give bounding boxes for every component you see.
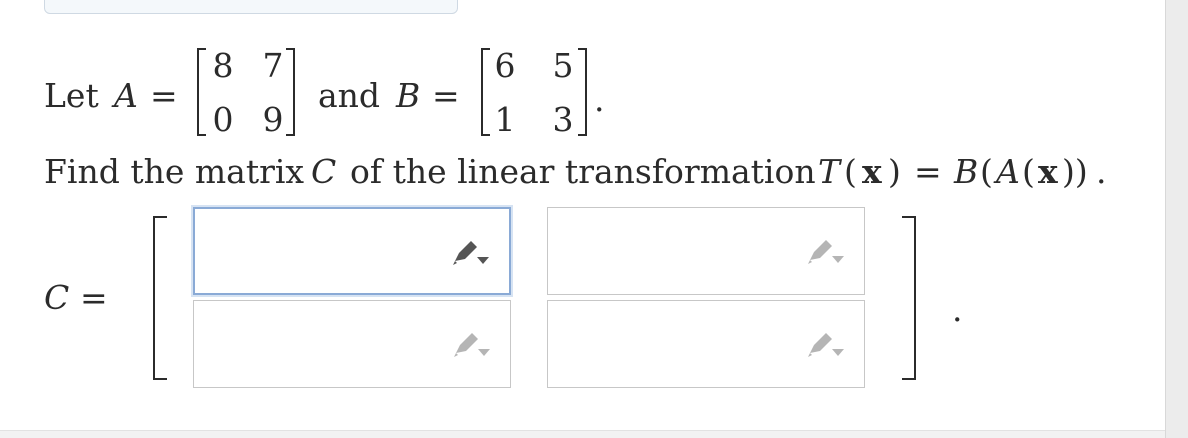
answer-label-c: C xyxy=(44,278,70,317)
transformation-inner-x: x xyxy=(1038,152,1058,191)
answer-cell-r2c2[interactable] xyxy=(547,300,865,388)
matrix-b-r2c1: 1 xyxy=(494,100,516,139)
and-label: and xyxy=(318,76,381,115)
transformation-close-paren: ) xyxy=(888,152,901,191)
pencil-dropdown-icon[interactable] xyxy=(806,331,846,359)
matrix-b-right-bracket xyxy=(578,48,587,136)
answer-cell-r1c2[interactable] xyxy=(547,207,865,295)
top-tab-strip xyxy=(44,0,458,14)
transformation-x: x xyxy=(862,152,882,191)
answer-cell-r2c1[interactable] xyxy=(193,300,511,388)
let-label: Let xyxy=(44,76,99,115)
answer-left-bracket xyxy=(153,216,167,380)
answer-equals: = xyxy=(80,278,108,317)
matrix-b-r1c2: 5 xyxy=(552,46,574,85)
page-right-edge xyxy=(1165,0,1188,438)
matrix-b-r2c2: 3 xyxy=(552,100,574,139)
matrix-a-r1c2: 7 xyxy=(262,46,284,85)
transformation-close-parens: )) xyxy=(1062,152,1088,191)
matrix-b-r1c1: 6 xyxy=(494,46,516,85)
line2-period: . xyxy=(1096,152,1107,191)
equals-a: = xyxy=(150,76,178,115)
page-bottom-edge xyxy=(0,430,1165,438)
equals-b: = xyxy=(432,76,460,115)
var-b: B xyxy=(396,76,421,115)
transformation-b-open-paren: ( xyxy=(980,152,993,191)
problem-page: Let A = 8 7 0 9 and B = 6 5 1 3 . Find t… xyxy=(0,0,1188,438)
matrix-a-right-bracket xyxy=(286,48,295,136)
matrix-b-left-bracket xyxy=(481,48,490,136)
matrix-a-r1c1: 8 xyxy=(212,46,234,85)
transformation-b: B xyxy=(954,152,979,191)
matrix-a-r2c1: 0 xyxy=(212,100,234,139)
pencil-dropdown-icon[interactable] xyxy=(452,331,492,359)
transformation-a-open-paren: ( xyxy=(1022,152,1035,191)
transformation-t: T xyxy=(818,152,841,191)
line1-period: . xyxy=(594,80,605,119)
transformation-a: A xyxy=(996,152,1020,191)
matrix-a-r2c2: 9 xyxy=(262,100,284,139)
matrix-a-left-bracket xyxy=(197,48,206,136)
var-c: C xyxy=(311,152,337,191)
transformation-open-paren: ( xyxy=(844,152,857,191)
find-text: Find the matrix xyxy=(44,152,305,191)
pencil-dropdown-icon[interactable] xyxy=(806,238,846,266)
answer-right-bracket xyxy=(902,216,916,380)
answer-period: . xyxy=(952,290,963,329)
transformation-equals: = xyxy=(914,152,942,191)
var-a: A xyxy=(114,76,138,115)
answer-cell-r1c1[interactable] xyxy=(193,207,511,295)
pencil-dropdown-icon[interactable] xyxy=(451,239,491,267)
of-text: of the linear transformation xyxy=(350,152,816,191)
